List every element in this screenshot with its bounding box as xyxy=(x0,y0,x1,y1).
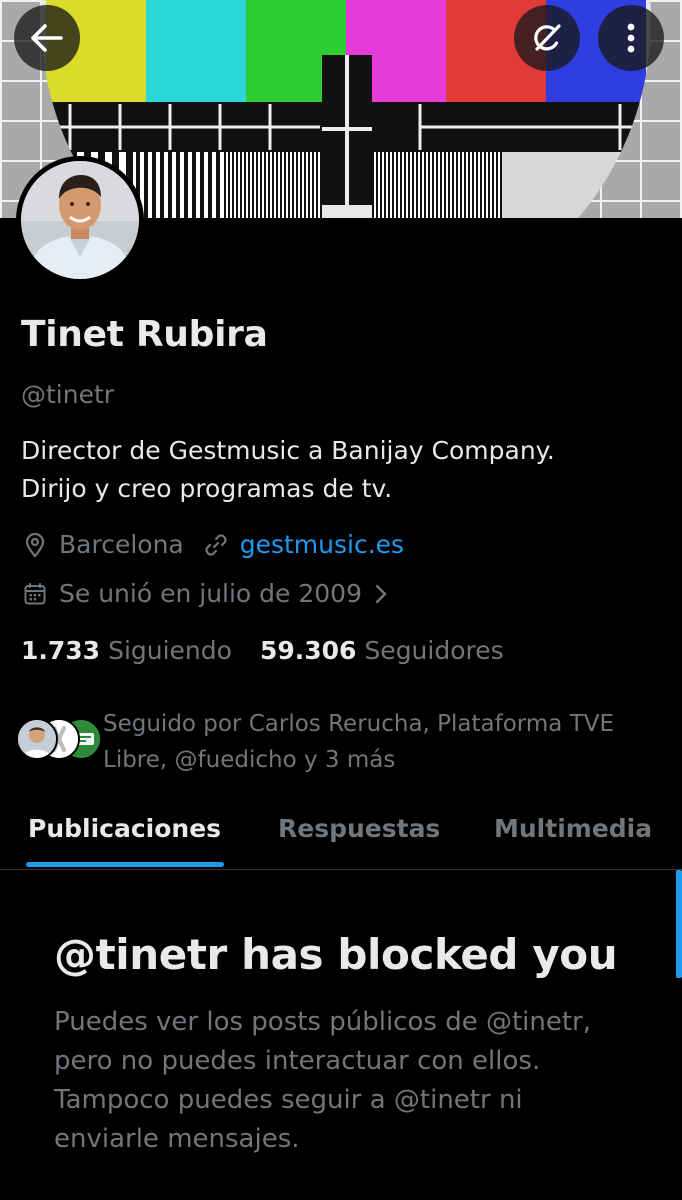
profile-bio: Director de Gestmusic a Banijay Company.… xyxy=(21,432,671,508)
grok-button[interactable] xyxy=(514,5,580,71)
profile-location: Barcelona xyxy=(59,530,184,559)
location-pin-icon xyxy=(21,531,49,559)
profile-location-row: Barcelona gestmusic.es xyxy=(21,530,404,559)
follow-stats: 1.733 Siguiendo 59.306 Seguidores xyxy=(21,636,504,665)
scrollbar-thumb[interactable] xyxy=(676,870,682,978)
blocked-message-line: pero no puedes interactuar con ellos. xyxy=(54,1046,541,1076)
followed-by-line: Seguido por Carlos Rerucha, Plataforma T… xyxy=(103,711,614,737)
following-link[interactable]: 1.733 Siguiendo xyxy=(21,636,232,665)
blocked-title: @tinetr has blocked you xyxy=(54,930,618,979)
followed-by-line: Libre, @fuedicho y 3 más xyxy=(103,747,396,773)
bio-line: Director de Gestmusic a Banijay Company. xyxy=(21,436,555,465)
link-icon xyxy=(202,531,230,559)
profile-name: Tinet Rubira xyxy=(21,314,268,355)
followers-label: Seguidores xyxy=(364,636,504,665)
profile-screen: Tinet Rubira @tinetr Director de Gestmus… xyxy=(0,0,682,1200)
back-button[interactable] xyxy=(14,5,80,71)
more-vertical-icon xyxy=(627,23,635,53)
blocked-message: Puedes ver los posts públicos de @tinetr… xyxy=(54,1003,654,1159)
active-tab-indicator xyxy=(26,862,224,867)
avatar-photo xyxy=(21,161,139,279)
more-options-button[interactable] xyxy=(598,5,664,71)
followers-link[interactable]: 59.306 Seguidores xyxy=(260,636,504,665)
bio-line: Dirijo y creo programas de tv. xyxy=(21,474,393,503)
grok-icon xyxy=(534,24,561,51)
followers-count: 59.306 xyxy=(259,636,357,665)
follower-avatar xyxy=(16,718,58,760)
chevron-right-icon xyxy=(374,583,388,605)
following-count: 1.733 xyxy=(21,636,101,665)
profile-tabs: Publicaciones Respuestas Multimedia xyxy=(0,800,682,870)
tab-respuestas[interactable]: Respuestas xyxy=(278,814,440,843)
profile-website-link[interactable]: gestmusic.es xyxy=(240,530,404,559)
profile-avatar[interactable] xyxy=(16,156,144,284)
blocked-message-line: enviarle mensajes. xyxy=(54,1124,300,1154)
arrow-left-icon xyxy=(31,24,63,52)
blocked-message-line: Puedes ver los posts públicos de @tinetr… xyxy=(54,1007,591,1037)
followed-by-avatars[interactable] xyxy=(16,718,102,762)
followed-by-text[interactable]: Seguido por Carlos Rerucha, Plataforma T… xyxy=(103,706,673,778)
tab-multimedia[interactable]: Multimedia xyxy=(494,814,652,843)
profile-handle: @tinetr xyxy=(21,380,115,409)
profile-joined-date: Se unió en julio de 2009 xyxy=(59,579,362,608)
following-label: Siguiendo xyxy=(108,636,232,665)
tab-publicaciones[interactable]: Publicaciones xyxy=(28,814,221,843)
blocked-message-line: Tampoco puedes seguir a @tinetr ni xyxy=(54,1085,523,1115)
calendar-icon xyxy=(21,580,49,608)
profile-joined-row[interactable]: Se unió en julio de 2009 xyxy=(21,579,388,608)
